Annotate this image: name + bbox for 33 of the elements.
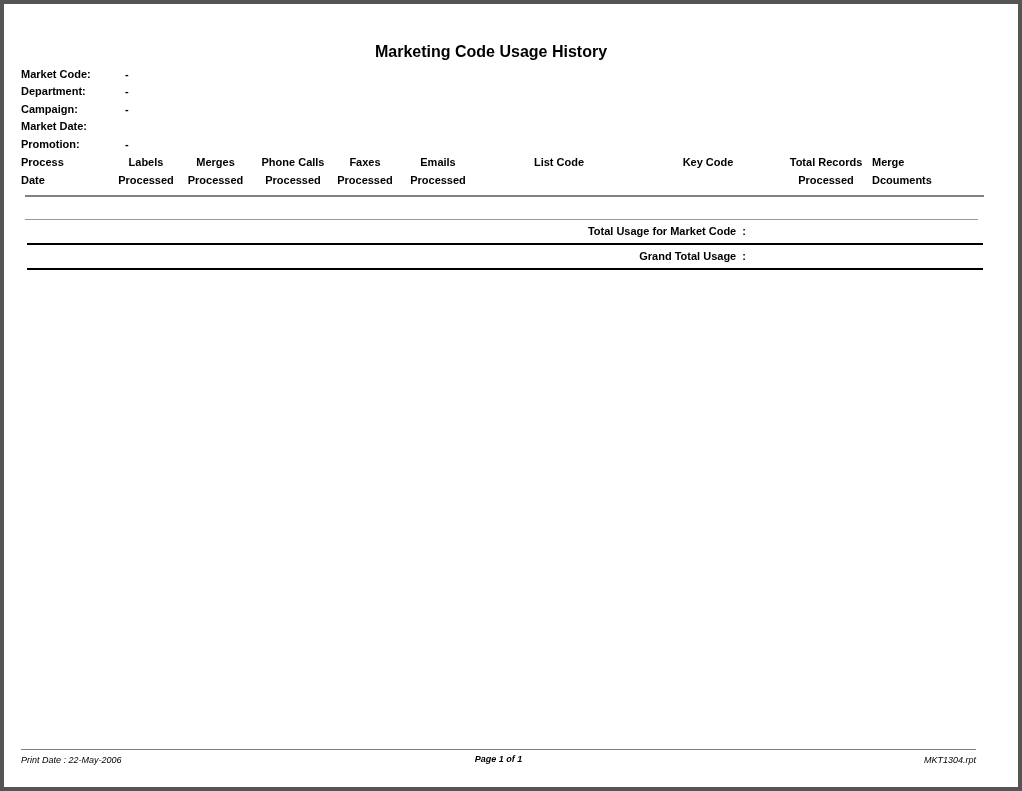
field-label: Market Code:	[21, 66, 92, 82]
column-header: Emails	[420, 154, 456, 170]
report-title: Marketing Code Usage History	[374, 42, 608, 62]
column-header: Process	[21, 154, 64, 170]
column-header: Processed	[187, 172, 244, 188]
column-header: Processed	[265, 172, 321, 188]
column-header: Labels	[128, 154, 164, 170]
field-label: Promotion:	[21, 136, 81, 152]
column-header: Key Code	[682, 154, 734, 170]
field-label: Campaign:	[21, 101, 79, 117]
page-number: Page 1 of 1	[474, 752, 523, 766]
column-header: Phone Calls	[261, 154, 325, 170]
total-label: Total Usage for Market Code :	[587, 224, 746, 240]
field-label: Department:	[21, 84, 87, 100]
column-header: Merges	[196, 154, 235, 170]
field-value: -	[125, 84, 129, 100]
column-header: Total Records	[789, 154, 863, 170]
field-value: -	[125, 136, 129, 152]
column-header: Processed	[337, 172, 393, 188]
field-label: Market Date:	[21, 119, 89, 135]
column-header: Faxes	[349, 154, 381, 170]
print-date: Print Date : 22-May-2006	[21, 753, 123, 767]
column-header: Merge	[872, 154, 905, 170]
field-value: -	[125, 101, 129, 117]
column-header: Processed	[798, 172, 854, 188]
column-header: List Code	[533, 154, 585, 170]
column-header: Dcouments	[872, 172, 932, 188]
column-header: Processed	[118, 172, 174, 188]
column-header: Processed	[410, 172, 466, 188]
column-header: Date	[21, 172, 45, 188]
field-value: -	[125, 66, 129, 82]
file-name: MKT1304.rpt	[922, 753, 976, 767]
total-label: Grand Total Usage :	[639, 249, 746, 265]
